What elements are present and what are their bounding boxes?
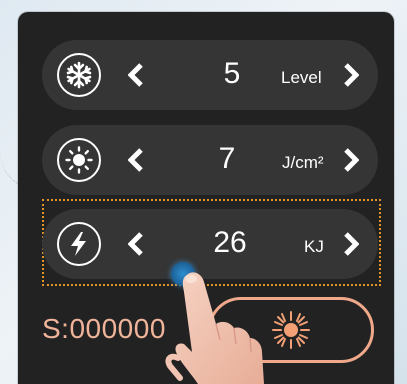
increase-cooling-button[interactable] <box>340 62 362 88</box>
energy-unit: KJ <box>304 237 324 256</box>
cooling-level-unit: Level <box>281 68 322 87</box>
increase-energy-density-button[interactable] <box>340 147 362 173</box>
chevron-right-icon <box>344 232 359 256</box>
cooling-level-control: 5 Level <box>42 40 378 110</box>
laser-burst-icon <box>272 311 310 349</box>
energy-density-control: 7 J/cm² <box>42 125 378 195</box>
pointing-hand-illustration <box>165 272 264 384</box>
cooling-level-value: 5 <box>223 57 241 90</box>
chevron-left-icon <box>128 63 143 87</box>
snowflake-icon <box>57 53 101 97</box>
energy-density-unit: J/cm² <box>282 153 324 172</box>
decrease-energy-button[interactable] <box>125 231 147 257</box>
chevron-right-icon <box>344 63 359 87</box>
sun-icon <box>57 138 101 182</box>
chevron-right-icon <box>344 148 359 172</box>
decrease-energy-density-button[interactable] <box>125 147 147 173</box>
chevron-left-icon <box>128 232 143 256</box>
decrease-cooling-button[interactable] <box>125 62 147 88</box>
shot-counter: S:000000 <box>42 313 166 344</box>
chevron-left-icon <box>128 148 143 172</box>
increase-energy-button[interactable] <box>340 231 362 257</box>
lightning-bolt-icon <box>57 222 101 266</box>
energy-density-value: 7 <box>218 142 236 175</box>
energy-value: 26 <box>213 226 247 259</box>
